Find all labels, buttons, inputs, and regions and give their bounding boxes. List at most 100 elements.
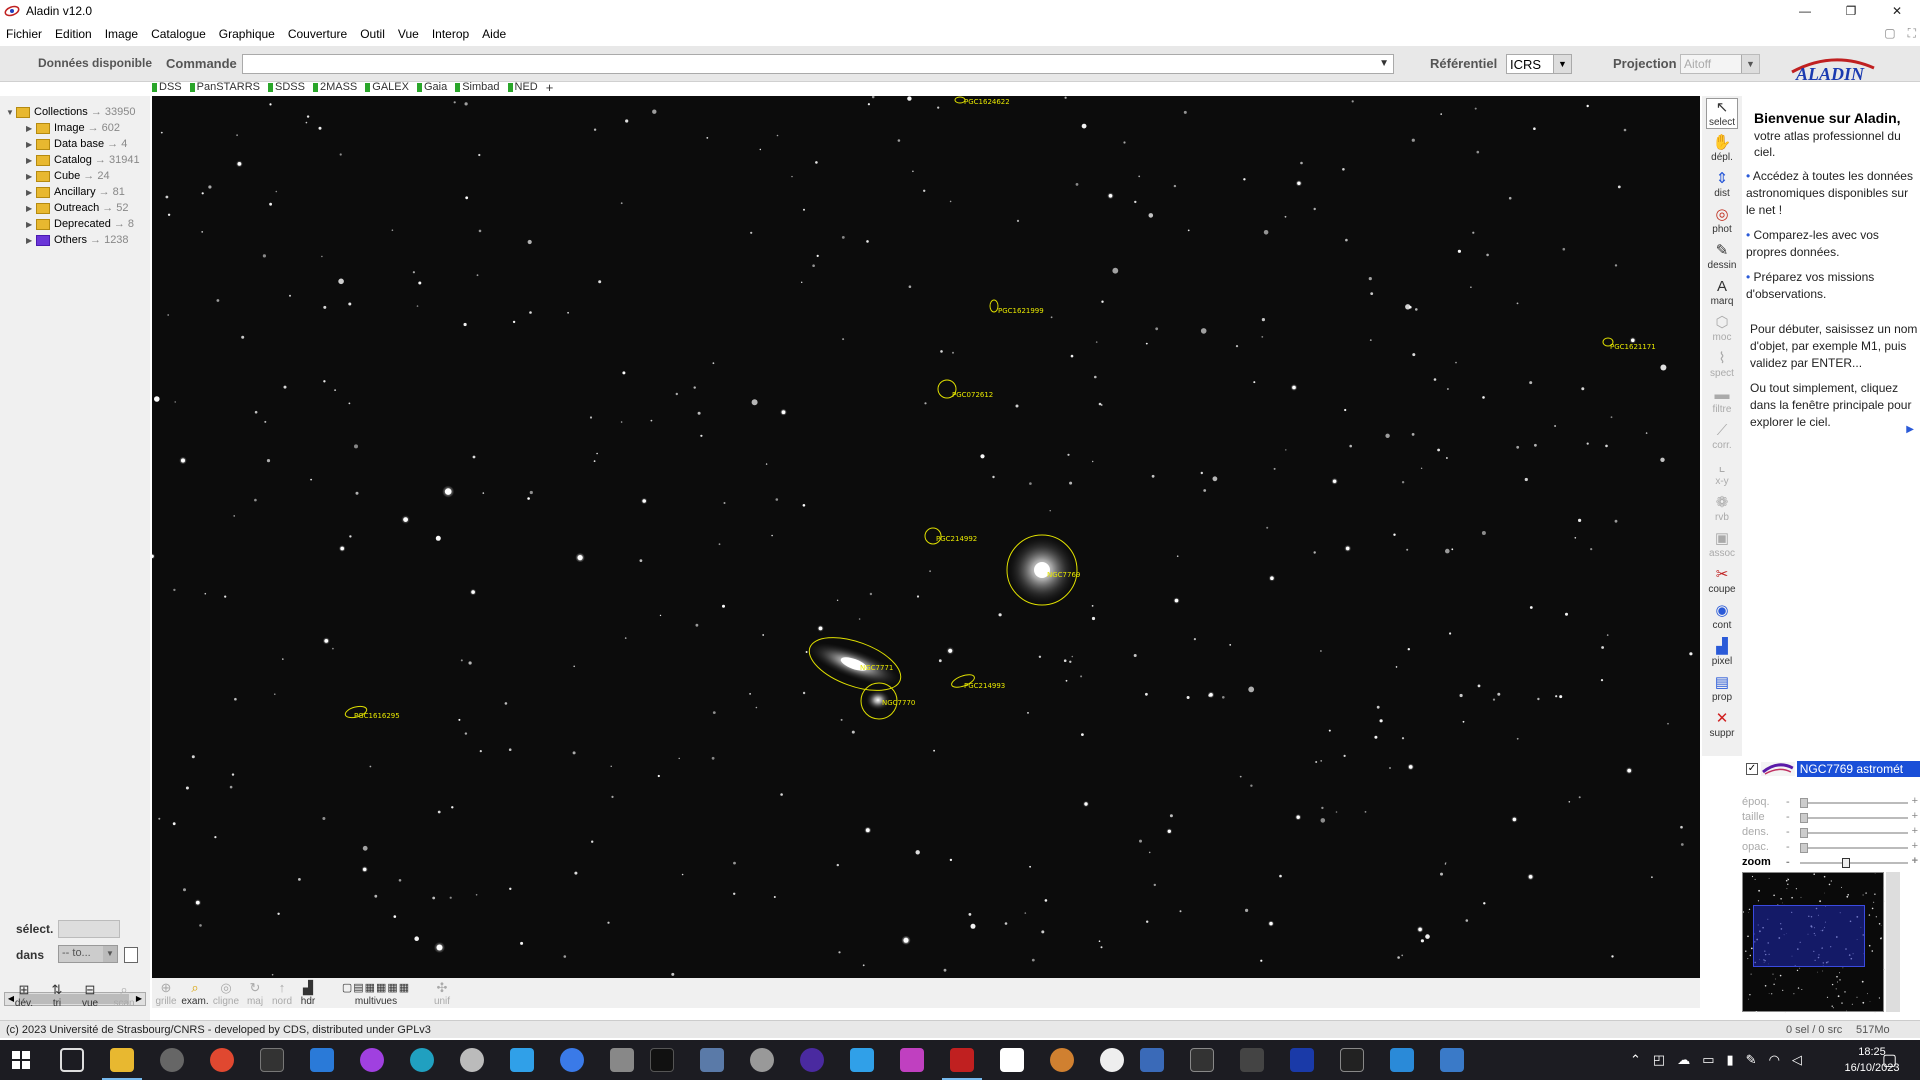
app-icon[interactable] (1190, 1048, 1214, 1072)
sort-button[interactable]: ⇅ tri (44, 982, 70, 1009)
wifi-icon[interactable]: ◠ (1769, 1052, 1780, 1068)
app-icon[interactable] (1390, 1048, 1414, 1072)
tool-dist[interactable]: ⇕ dist (1706, 170, 1738, 199)
settings-icon[interactable] (160, 1048, 184, 1072)
app-icon[interactable] (700, 1048, 724, 1072)
tool-spect[interactable]: ⌇ spect (1706, 350, 1738, 379)
tool-pixel[interactable]: ▟ pixel (1706, 638, 1738, 667)
tree-item-others[interactable]: ▶ Others → 1238 (26, 232, 129, 248)
app-icon[interactable] (850, 1048, 874, 1072)
collapsed-arrow-icon[interactable]: ▶ (26, 204, 36, 213)
app-icon[interactable] (1140, 1048, 1164, 1072)
app-icon[interactable] (1240, 1048, 1264, 1072)
tool-moc[interactable]: ⬡ moc (1706, 314, 1738, 343)
menu-edition[interactable]: Edition (49, 27, 99, 41)
scan-button[interactable]: ⌕ scan (110, 982, 138, 1009)
app-icon[interactable] (900, 1048, 924, 1072)
tool-prop[interactable]: ▤ prop (1706, 674, 1738, 703)
view-button[interactable]: ⊟ vue (76, 982, 104, 1009)
projection-select[interactable]: Aitoff ▼ (1680, 54, 1760, 74)
dev-button[interactable]: ⊞ dév. (10, 982, 38, 1009)
minus-icon[interactable]: - (1786, 826, 1790, 838)
grid-button[interactable]: ⊕ grille (152, 980, 180, 1007)
layer-stack-row[interactable]: ✓ NGC7769 astromét (1742, 760, 1920, 778)
menu-fichier[interactable]: Fichier (0, 27, 49, 41)
blink-button[interactable]: ◎ cligne (210, 980, 242, 1007)
minus-icon[interactable]: - (1786, 796, 1790, 808)
menu-outil[interactable]: Outil (354, 27, 392, 41)
layer-visible-checkbox[interactable]: ✓ (1746, 763, 1758, 775)
tool-delete[interactable]: ✕ suppr (1706, 710, 1738, 739)
object-label[interactable]: NGC7770 (882, 699, 915, 707)
collapsed-arrow-icon[interactable]: ▶ (26, 124, 36, 133)
tool-mark[interactable]: Amarq (1706, 278, 1738, 307)
slider-track[interactable] (1800, 843, 1908, 853)
slider-knob[interactable] (1842, 858, 1850, 868)
minus-icon[interactable]: - (1786, 841, 1790, 853)
minimize-button[interactable]: — (1782, 0, 1828, 22)
select-input[interactable] (58, 920, 120, 938)
collapsed-arrow-icon[interactable]: ▶ (26, 220, 36, 229)
survey-2mass[interactable]: 2MASS (312, 81, 357, 93)
object-label[interactable]: PGC1621999 (998, 307, 1044, 315)
notion-icon[interactable] (260, 1048, 284, 1072)
dans-select[interactable]: -- to... ▼ (58, 945, 118, 963)
slider-epoch[interactable]: époq. - + (1742, 795, 1920, 810)
volume-icon[interactable]: ◁ (1792, 1052, 1802, 1068)
survey-galex[interactable]: GALEX (365, 81, 409, 93)
fullscreen-icon[interactable]: ⛶ (1908, 26, 1916, 41)
object-label[interactable]: NGC7771 (860, 664, 893, 672)
slider-knob[interactable] (1800, 798, 1808, 808)
survey-ned[interactable]: NED (507, 81, 538, 93)
camera-icon[interactable]: ◰ (1653, 1052, 1665, 1068)
survey-gaia[interactable]: Gaia (416, 81, 447, 93)
brave-icon[interactable] (210, 1048, 234, 1072)
app-icon[interactable] (1290, 1048, 1314, 1072)
sky-view[interactable]: PGC1624622 PGC1621999 PGC072612 PGC16211… (152, 96, 1700, 978)
tool-phot[interactable]: ◎ phot (1706, 206, 1738, 235)
app-icon[interactable] (1340, 1048, 1364, 1072)
slider-track[interactable] (1800, 813, 1908, 823)
menu-couverture[interactable]: Couverture (282, 27, 354, 41)
slider-zoom[interactable]: zoom - + (1742, 855, 1920, 870)
tool-filter[interactable]: ▬ filtre (1706, 386, 1738, 415)
app-icon[interactable] (510, 1048, 534, 1072)
tool-rgb[interactable]: ❁ rvb (1706, 494, 1738, 523)
slider-knob[interactable] (1800, 843, 1808, 853)
expanded-arrow-icon[interactable]: ▼ (6, 108, 16, 117)
survey-dss[interactable]: DSS (152, 81, 182, 93)
tree-item-deprecated[interactable]: ▶ Deprecated → 8 (26, 216, 134, 232)
file-explorer-icon[interactable] (102, 1048, 142, 1080)
plus-icon[interactable]: + (1912, 810, 1918, 822)
collapsed-arrow-icon[interactable]: ▶ (26, 140, 36, 149)
plus-icon[interactable]: + (1912, 795, 1918, 807)
north-button[interactable]: ↑ nord (268, 980, 296, 1007)
unify-button[interactable]: ✣ unif (428, 980, 456, 1007)
plus-icon[interactable]: + (1912, 825, 1918, 837)
cloud-icon[interactable]: ☁ (1677, 1052, 1690, 1068)
close-button[interactable]: ✕ (1874, 0, 1920, 22)
tree-item-catalog[interactable]: ▶ Catalog → 31941 (26, 152, 140, 168)
chevron-down-icon[interactable]: ▼ (103, 946, 117, 962)
tool-draw[interactable]: ✎ dessin (1706, 242, 1738, 271)
tree-root-collections[interactable]: ▼ Collections → 33950 (6, 104, 135, 120)
undock-icon[interactable]: ▢ (1884, 26, 1895, 41)
object-label[interactable]: PGC214992 (936, 535, 977, 543)
monitor-icon[interactable]: ▭ (1702, 1052, 1714, 1068)
hdr-button[interactable]: ▟ hdr (296, 980, 320, 1007)
restore-button[interactable]: ❐ (1828, 0, 1874, 22)
menu-graphique[interactable]: Graphique (213, 27, 282, 41)
menu-catalogue[interactable]: Catalogue (145, 27, 213, 41)
menu-interop[interactable]: Interop (426, 27, 476, 41)
tool-pan[interactable]: ✋ dépl. (1706, 134, 1738, 163)
app-icon[interactable] (460, 1048, 484, 1072)
survey-panstarrs[interactable]: PanSTARRS (189, 81, 260, 93)
object-label[interactable]: PGC1616295 (354, 712, 400, 720)
collapsed-arrow-icon[interactable]: ▶ (26, 172, 36, 181)
slider-size[interactable]: taille - + (1742, 810, 1920, 825)
slider-density[interactable]: dens. - + (1742, 825, 1920, 840)
windows-start-icon[interactable] (12, 1051, 30, 1069)
app-icon[interactable] (800, 1048, 824, 1072)
minimap-view-frame[interactable] (1753, 905, 1865, 967)
aladin-taskbar-icon[interactable] (942, 1048, 982, 1080)
